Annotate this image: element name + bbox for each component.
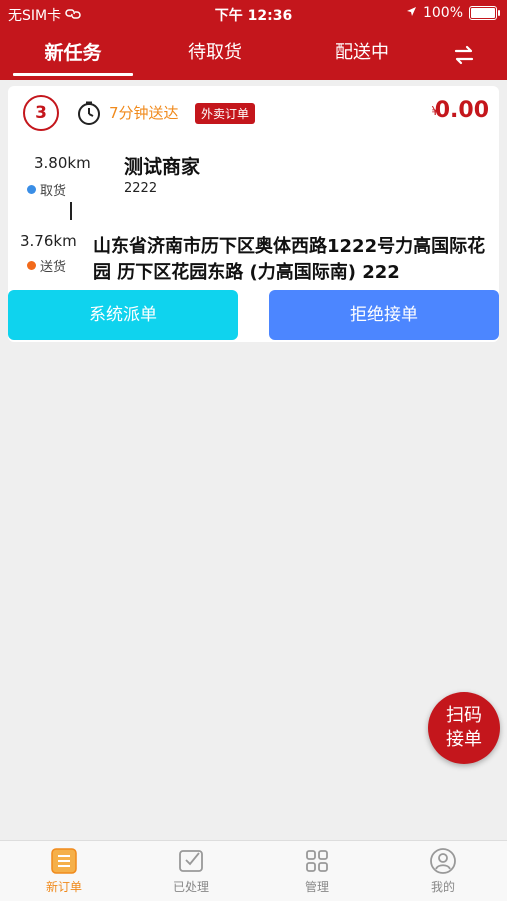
order-card[interactable]: 3 7分钟送达 外卖订单 ¥ 0.00 3.80km 取货 3.76km 送货 … (8, 86, 499, 342)
tabbar-label-processed: 已处理 (172, 880, 209, 894)
bottom-tab-bar: 新订单 已处理 管理 我的 (0, 840, 507, 901)
profile-icon (430, 848, 456, 874)
delivery-label: 送货 (27, 256, 66, 275)
tabbar-item-mine[interactable]: 我的 (403, 847, 483, 895)
tabbar-item-processed[interactable]: 已处理 (151, 847, 231, 895)
processed-icon (179, 850, 203, 872)
delivery-distance: 3.76km (20, 232, 77, 250)
tab-pending-pickup[interactable]: 待取货 (155, 38, 275, 64)
scan-button-line1: 扫码 (446, 705, 482, 726)
merchant-code: 2222 (124, 181, 158, 196)
switch-arrows-icon[interactable] (451, 42, 477, 68)
app-header: 无SIM卡 下午 12:36 100% 新任务 待取货 配送中 (0, 0, 507, 80)
stopwatch-icon (78, 101, 100, 125)
delivery-time-text: 7分钟送达 (109, 104, 179, 122)
delivery-dot-icon (27, 261, 36, 270)
tabbar-label-manage: 管理 (304, 880, 329, 894)
grid-icon (306, 850, 328, 872)
scan-button-line2: 接单 (446, 729, 482, 750)
tabbar-label-new-order: 新订单 (45, 880, 82, 894)
new-order-icon (51, 848, 77, 874)
tab-delivering[interactable]: 配送中 (302, 38, 422, 64)
order-index-badge: 3 (23, 95, 59, 131)
order-type-tag: 外卖订单 (195, 103, 256, 124)
tabbar-item-manage[interactable]: 管理 (277, 847, 357, 895)
pickup-distance: 3.80km (34, 154, 91, 172)
location-arrow-icon (406, 5, 417, 21)
status-bar: 无SIM卡 下午 12:36 100% (0, 0, 507, 28)
pickup-label-text: 取货 (40, 184, 67, 199)
battery-percent: 100% (422, 5, 463, 21)
top-tabs: 新任务 待取货 配送中 (0, 28, 507, 80)
reject-order-button[interactable]: 拒绝接单 (269, 290, 499, 340)
system-dispatch-button[interactable]: 系统派单 (8, 290, 238, 340)
tabbar-label-mine: 我的 (430, 880, 455, 894)
tab-new-task[interactable]: 新任务 (13, 38, 133, 65)
order-price: 0.00 (434, 98, 489, 123)
pickup-label: 取货 (27, 180, 66, 199)
battery-icon (469, 6, 500, 20)
active-tab-indicator (13, 73, 133, 76)
delivery-label-text: 送货 (40, 260, 67, 275)
delivery-address: 山东省济南市历下区奥体西路1222号力高国际花园 历下区花园东路 (力高国际南)… (93, 236, 486, 283)
tabbar-item-new-order[interactable]: 新订单 (24, 847, 104, 895)
scan-accept-button[interactable]: 扫码 接单 (428, 692, 500, 764)
pickup-dot-icon (27, 185, 36, 194)
merchant-name: 测试商家 (124, 156, 201, 178)
route-connector (70, 202, 72, 220)
